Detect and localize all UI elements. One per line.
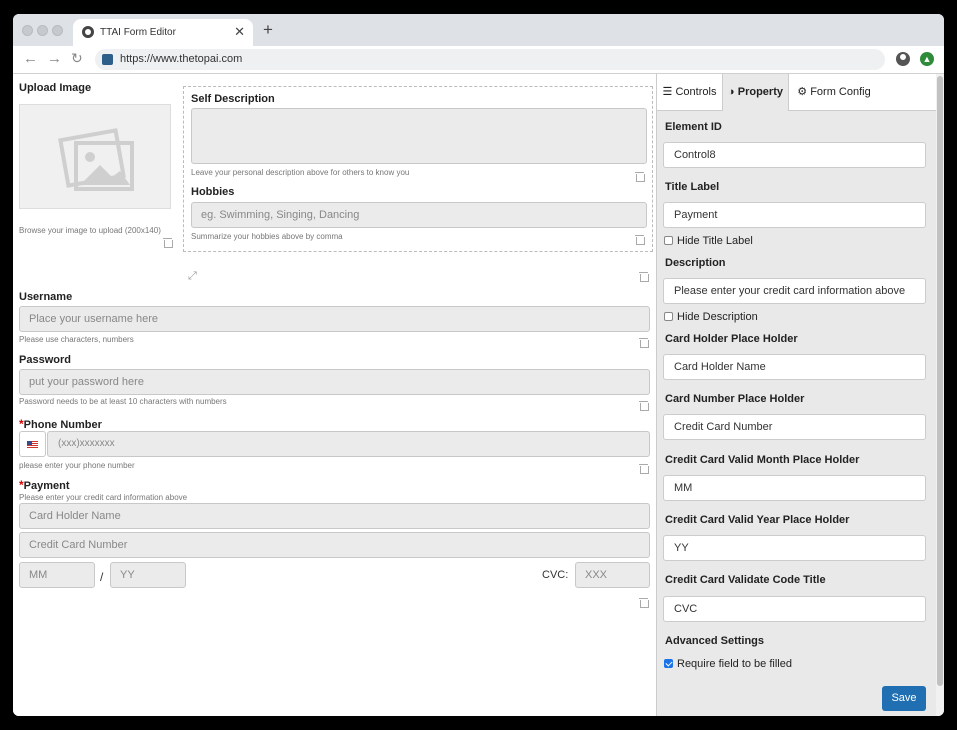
forward-arrow-icon[interactable]: → (47, 51, 62, 66)
advanced-settings-label: Advanced Settings (665, 635, 765, 647)
delete-phone-icon[interactable] (639, 464, 649, 474)
delete-self-description-icon[interactable] (635, 172, 645, 182)
url-text: https://www.thetopai.com (120, 53, 243, 65)
browser-tab[interactable]: TTAI Form Editor ✕ (73, 19, 253, 46)
number-placeholder-input[interactable]: Credit Card Number (663, 414, 926, 440)
payment-help: Please enter your credit card informatio… (19, 493, 188, 502)
title-label-input[interactable]: Payment (663, 202, 926, 228)
hide-description-checkbox[interactable] (664, 312, 673, 321)
hobbies-input[interactable]: eg. Swimming, Singing, Dancing (191, 202, 647, 228)
phone-label-row: *Phone Number (19, 417, 102, 431)
card-number-input[interactable]: Credit Card Number (19, 532, 650, 558)
hide-title-checkbox[interactable] (664, 236, 673, 245)
new-tab-button[interactable]: + (263, 21, 273, 38)
panel-scrollbar[interactable] (936, 74, 944, 716)
tab-form-config-label: Form Config (810, 86, 871, 98)
cvc-input[interactable]: XXX (575, 562, 650, 588)
require-field-checkbox[interactable] (664, 659, 673, 668)
country-flag-select[interactable] (19, 431, 46, 457)
date-separator: / (100, 570, 104, 584)
cvc-label: CVC: (542, 569, 569, 581)
month-placeholder-input[interactable]: MM (663, 475, 926, 501)
hide-title-label: Hide Title Label (677, 235, 753, 247)
code-title-input[interactable]: CVC (663, 596, 926, 622)
maximize-window-button[interactable] (52, 25, 63, 36)
form-canvas: Upload Image Browse your image to upload… (13, 74, 656, 716)
description-label: Description (665, 257, 726, 269)
address-bar-row: ← → ↻ https://www.thetopai.com ▲ (13, 46, 944, 74)
delete-username-icon[interactable] (639, 338, 649, 348)
month-placeholder-label: Credit Card Valid Month Place Holder (665, 454, 860, 466)
profile-icon[interactable] (896, 52, 910, 66)
hide-description-label: Hide Description (677, 311, 758, 323)
require-field-label: Require field to be filled (677, 658, 792, 670)
property-panel: ☰ Controls ◑ Property ⚙ Form Config Elem… (656, 74, 937, 716)
delete-group-icon[interactable] (639, 272, 649, 282)
scrollbar-thumb[interactable] (937, 76, 943, 686)
site-favicon-icon (102, 54, 113, 65)
card-year-input[interactable]: YY (110, 562, 186, 588)
minimize-window-button[interactable] (37, 25, 48, 36)
browser-window: TTAI Form Editor ✕ + ← → ↻ https://www.t… (13, 14, 944, 716)
self-description-label: Self Description (191, 93, 275, 105)
delete-password-icon[interactable] (639, 401, 649, 411)
self-description-textarea[interactable] (191, 108, 647, 164)
save-button[interactable]: Save (882, 686, 926, 711)
extension-icon[interactable]: ▲ (920, 52, 934, 66)
element-id-input[interactable]: Control8 (663, 142, 926, 168)
title-label-label: Title Label (665, 181, 720, 193)
holder-placeholder-input[interactable]: Card Holder Name (663, 354, 926, 380)
username-help: Please use characters, numbers (19, 335, 134, 344)
holder-placeholder-label: Card Holder Place Holder (665, 333, 798, 345)
username-input[interactable]: Place your username here (19, 306, 650, 332)
globe-icon (82, 26, 94, 38)
delete-upload-icon[interactable] (163, 238, 173, 248)
username-label: Username (19, 291, 73, 303)
tab-form-config[interactable]: ⚙ Form Config (789, 74, 879, 111)
year-placeholder-label: Credit Card Valid Year Place Holder (665, 514, 850, 526)
url-input[interactable]: https://www.thetopai.com (95, 49, 885, 70)
element-id-label: Element ID (665, 121, 722, 133)
tab-property[interactable]: ◑ Property (722, 74, 789, 111)
hobbies-label: Hobbies (191, 186, 235, 198)
payment-label: Payment (23, 480, 70, 492)
tab-controls-label: Controls (675, 86, 717, 98)
tab-property-label: Property (737, 86, 783, 98)
delete-payment-icon[interactable] (639, 598, 649, 608)
contrast-icon: ◑ (728, 86, 735, 98)
code-title-label: Credit Card Validate Code Title (665, 574, 826, 586)
phone-label: Phone Number (23, 419, 102, 431)
tab-controls[interactable]: ☰ Controls (657, 74, 722, 111)
image-upload-dropzone[interactable] (19, 104, 171, 209)
image-placeholder-icon (58, 128, 134, 191)
password-input[interactable]: put your password here (19, 369, 650, 395)
move-handle-icon[interactable]: ⤢ (188, 270, 197, 283)
tab-bar: TTAI Form Editor ✕ + (13, 14, 944, 46)
password-help: Password needs to be at least 10 charact… (19, 397, 227, 406)
upload-help-text: Browse your image to upload (200x140) (19, 226, 161, 235)
close-window-button[interactable] (22, 25, 33, 36)
card-month-input[interactable]: MM (19, 562, 95, 588)
year-placeholder-input[interactable]: YY (663, 535, 926, 561)
reload-icon[interactable]: ↻ (71, 51, 83, 65)
tab-close-icon[interactable]: ✕ (234, 24, 245, 40)
panel-tabs: ☰ Controls ◑ Property ⚙ Form Config (657, 74, 937, 111)
self-description-help: Leave your personal description above fo… (191, 168, 410, 177)
upload-image-label: Upload Image (19, 82, 92, 94)
tab-title: TTAI Form Editor (100, 27, 176, 38)
password-label: Password (19, 354, 71, 366)
back-arrow-icon[interactable]: ← (23, 51, 38, 66)
card-holder-input[interactable]: Card Holder Name (19, 503, 650, 529)
payment-label-row: *Payment (19, 478, 70, 492)
us-flag-icon (27, 441, 38, 448)
phone-help: please enter your phone number (19, 461, 135, 470)
phone-input[interactable]: (xxx)xxxxxxx (47, 431, 650, 457)
description-input[interactable]: Please enter your credit card informatio… (663, 278, 926, 304)
number-placeholder-label: Card Number Place Holder (665, 393, 805, 405)
hobbies-help: Summarize your hobbies above by comma (191, 232, 343, 241)
group-container[interactable]: Self Description Leave your personal des… (183, 86, 653, 252)
delete-hobbies-icon[interactable] (635, 235, 645, 245)
gears-icon: ⚙ (797, 86, 808, 98)
list-icon: ☰ (662, 86, 673, 98)
